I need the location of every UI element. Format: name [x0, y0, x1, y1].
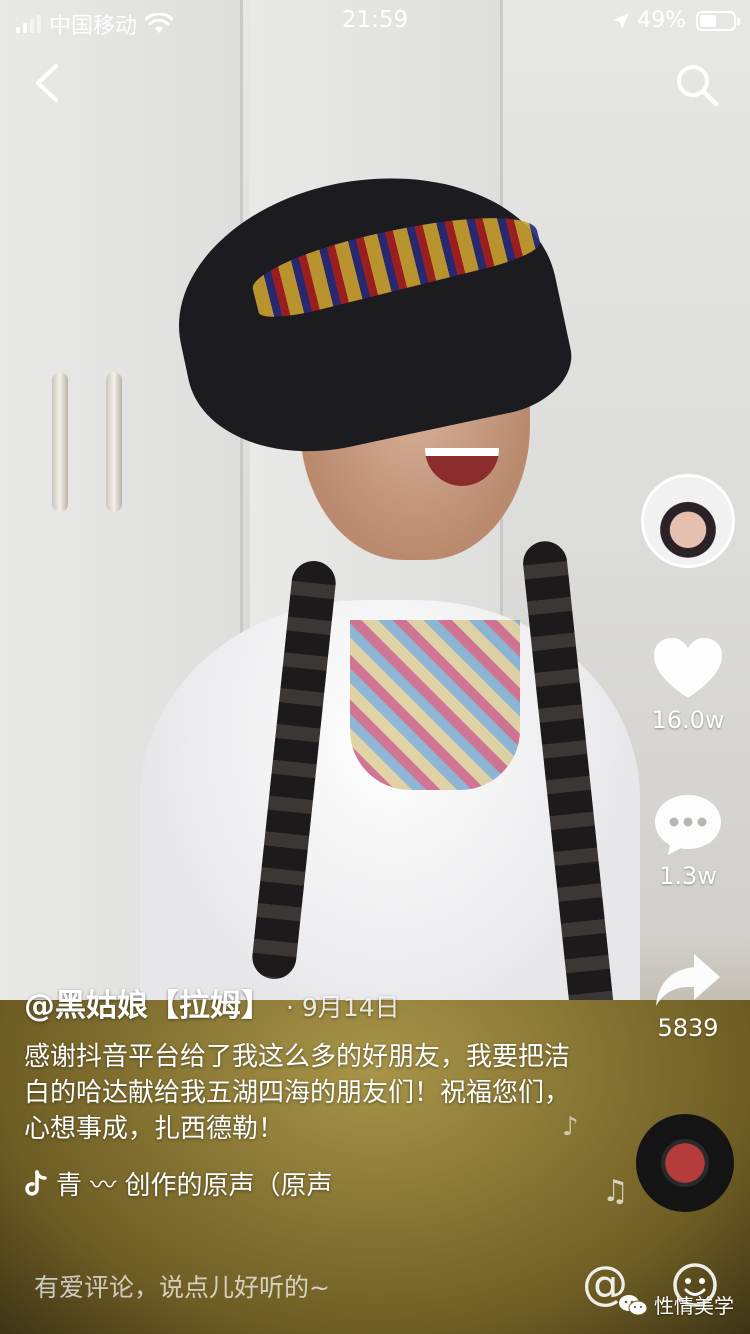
author-avatar[interactable]: [641, 474, 735, 568]
music-disc[interactable]: [636, 1114, 734, 1212]
share-count: 5839: [657, 1014, 719, 1042]
performer-collar: [350, 620, 520, 790]
video-screen[interactable]: 中国移动 21:59 49% 16.0w 1.3w 5839 ♪ ♫ @黑姑娘【…: [0, 0, 750, 1334]
back-arrow-icon[interactable]: [24, 58, 74, 108]
heart-icon: [654, 638, 722, 698]
cabinet-handle: [52, 372, 68, 512]
music-title: 青 〰 创作的原声（原声: [56, 1171, 333, 1201]
status-bar: 中国移动 21:59 49%: [0, 0, 750, 40]
post-date: · 9月14日: [286, 993, 400, 1022]
like-count: 16.0w: [651, 706, 725, 734]
comment-bubble-icon: [655, 795, 721, 855]
comment-bar: 有爱评论，说点儿好听的~ @ 性情美学: [0, 1238, 750, 1334]
cabinet-handle: [106, 372, 122, 512]
comment-count: 1.3w: [659, 862, 717, 890]
search-icon[interactable]: [674, 62, 720, 108]
battery-percent: 49%: [637, 8, 686, 33]
wechat-icon: [619, 1294, 648, 1315]
video-info: @黑姑娘【拉姆】 · 9月14日 感谢抖音平台给了我这么多的好朋友，我要把洁白的…: [24, 980, 624, 1202]
music-track[interactable]: 青 〰 创作的原声（原声: [24, 1165, 624, 1202]
share-button[interactable]: 5839: [640, 950, 736, 1042]
author-name[interactable]: @黑姑娘【拉姆】: [24, 980, 272, 1025]
battery-level: [700, 14, 716, 27]
like-button[interactable]: 16.0w: [640, 636, 736, 734]
watermark-text: 性情美学: [654, 1294, 734, 1318]
battery-icon: [696, 10, 740, 31]
share-arrow-icon: [656, 954, 720, 1006]
tiktok-logo-icon: [25, 1169, 47, 1196]
comment-input[interactable]: 有爱评论，说点儿好听的~: [34, 1268, 330, 1304]
watermark: 性情美学: [618, 1290, 734, 1319]
comment-button[interactable]: 1.3w: [640, 792, 736, 890]
video-caption: 感谢抖音平台给了我这么多的好朋友，我要把洁白的哈达献给我五湖四海的朋友们！祝福您…: [24, 1042, 571, 1144]
location-arrow-icon: [613, 12, 630, 29]
